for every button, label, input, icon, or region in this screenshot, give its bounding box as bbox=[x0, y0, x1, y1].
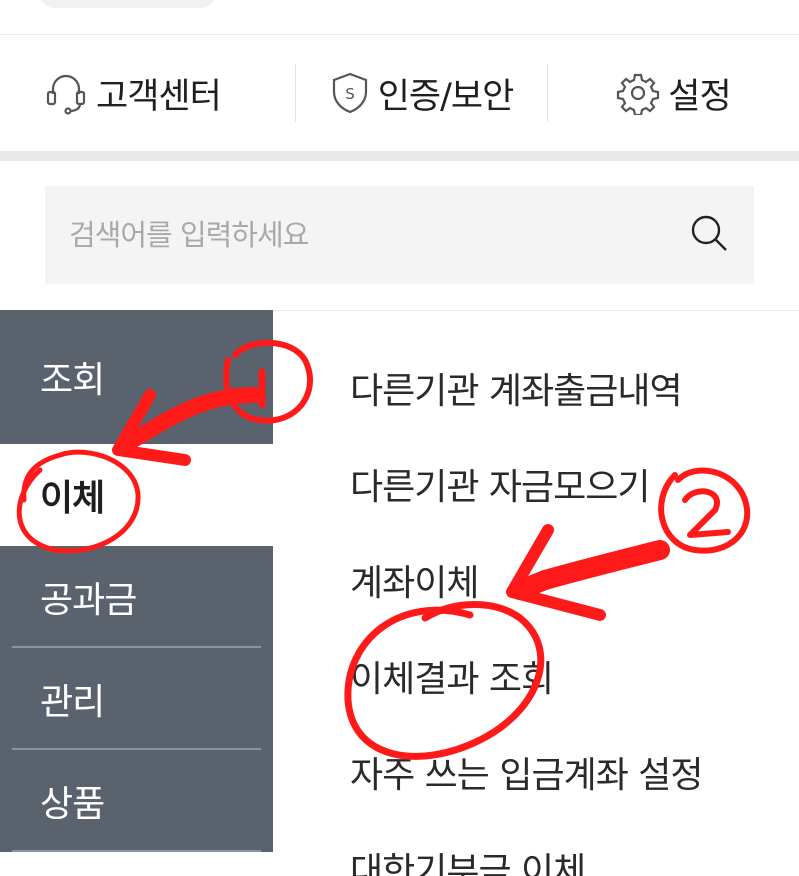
category-item-transfer[interactable]: 이체 bbox=[0, 444, 273, 546]
search-input[interactable] bbox=[45, 217, 664, 253]
sub-menu-item[interactable]: 다른기관 자금모으기 bbox=[350, 436, 799, 532]
search-icon bbox=[688, 212, 730, 258]
gear-icon bbox=[616, 71, 660, 115]
sub-menu-item[interactable]: 다른기관 계좌출금내역 bbox=[350, 340, 799, 436]
quick-item-label: 인증/보안 bbox=[377, 76, 515, 117]
category-item-products[interactable]: 상품 bbox=[0, 750, 273, 852]
quick-item-label: 설정 bbox=[668, 76, 731, 117]
section-divider bbox=[0, 151, 799, 161]
sub-menu-item[interactable]: 계좌이체 bbox=[350, 532, 799, 628]
quick-item-label: 고객센터 bbox=[96, 76, 222, 117]
divider bbox=[12, 850, 261, 852]
headset-icon bbox=[44, 71, 88, 115]
quick-menu: 고객센터 S 인증/보안 설정 bbox=[0, 35, 799, 151]
sub-menu-item[interactable]: 이체결과 조회 bbox=[350, 628, 799, 724]
quick-item-auth-security[interactable]: S 인증/보안 bbox=[296, 63, 547, 123]
shield-s-icon: S bbox=[330, 71, 370, 115]
category-label: 이체 bbox=[40, 478, 105, 519]
quick-item-settings[interactable]: 설정 bbox=[548, 63, 799, 123]
category-label: 상품 bbox=[40, 784, 105, 825]
top-button-remnant[interactable] bbox=[40, 0, 215, 8]
search-button[interactable] bbox=[664, 186, 754, 284]
category-item-utility-bills[interactable]: 공과금 bbox=[0, 546, 273, 648]
search-box bbox=[45, 186, 754, 284]
category-menu: 조회 이체 공과금 관리 상품 bbox=[0, 310, 273, 876]
page: 고객센터 S 인증/보안 설정 검색어를 입력하세요 조회 이체 공과금 관리 … bbox=[0, 0, 799, 876]
sub-menu: 다른기관 계좌출금내역 다른기관 자금모으기 계좌이체 이체결과 조회 자주 쓰… bbox=[350, 340, 799, 876]
category-label: 관리 bbox=[40, 682, 105, 723]
quick-item-customer-center[interactable]: 고객센터 bbox=[0, 63, 295, 123]
category-item-inquiry[interactable]: 조회 bbox=[0, 310, 273, 444]
sub-menu-item[interactable]: 대한기부금 이체 bbox=[350, 820, 799, 876]
category-label: 공과금 bbox=[40, 580, 137, 621]
category-item-management[interactable]: 관리 bbox=[0, 648, 273, 750]
category-label: 조회 bbox=[40, 360, 105, 401]
svg-text:S: S bbox=[345, 85, 355, 103]
sub-menu-item[interactable]: 자주 쓰는 입금계좌 설정 bbox=[350, 724, 799, 820]
